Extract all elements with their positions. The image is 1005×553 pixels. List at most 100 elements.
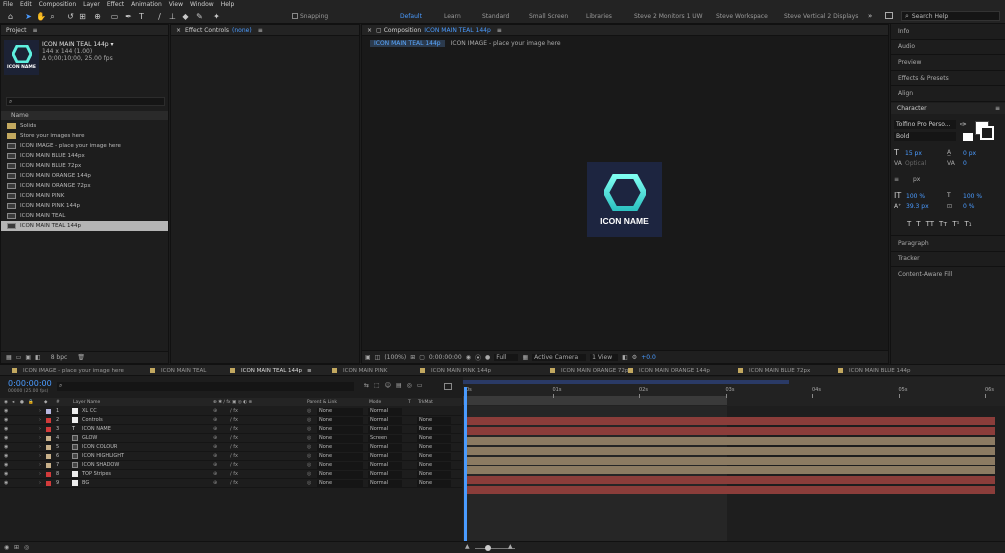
visibility-eye-icon[interactable]: ◉: [4, 417, 8, 423]
horizontal-scale-value[interactable]: 100 %: [963, 193, 982, 200]
parent-dropdown[interactable]: None: [317, 471, 363, 478]
shy-switch-icon[interactable]: ⊕: [213, 471, 217, 477]
project-item[interactable]: ICON MAIN TEAL: [1, 211, 168, 221]
puppet-tool-icon[interactable]: ✦: [212, 12, 221, 21]
panel-effects-presets[interactable]: Effects & Presets: [891, 71, 1005, 87]
zoom-slider-handle[interactable]: [485, 545, 491, 551]
color-icon[interactable]: ●: [485, 354, 490, 361]
t-header[interactable]: T: [408, 400, 411, 405]
workspace-4[interactable]: Small Screen: [529, 13, 568, 20]
video-switch-icon[interactable]: ◉: [4, 400, 8, 405]
parent-pickwhip-icon[interactable]: ◎: [307, 462, 311, 468]
project-item[interactable]: ICON MAIN BLUE 144px: [1, 151, 168, 161]
expand-arrow-icon[interactable]: ›: [39, 417, 41, 423]
lock-switch-icon[interactable]: 🔒: [28, 400, 34, 405]
layer-duration-bar[interactable]: [465, 476, 995, 485]
parent-dropdown[interactable]: None: [317, 480, 363, 487]
visibility-eye-icon[interactable]: ◉: [4, 471, 8, 477]
mode-dropdown[interactable]: Normal: [368, 462, 402, 469]
visibility-eye-icon[interactable]: ◉: [4, 480, 8, 486]
timeline-tab[interactable]: ICON MAIN TEAL: [150, 365, 206, 376]
zoom-tool-icon[interactable]: ⌕: [48, 12, 57, 21]
graph-editor-icon[interactable]: ▭: [417, 382, 423, 389]
solo-switch-icon[interactable]: ●: [20, 400, 24, 405]
shy-switch-icon[interactable]: ⊕: [213, 408, 217, 414]
project-item[interactable]: ICON MAIN PINK: [1, 191, 168, 201]
mode-dropdown[interactable]: Normal: [368, 453, 402, 460]
layer-row[interactable]: ◉ › 4 GLOW ⊕ ∕ fx ◎ None Screen None: [0, 434, 462, 443]
mode-dropdown[interactable]: Normal: [368, 444, 402, 451]
layer-label-color[interactable]: [46, 445, 51, 450]
fx-switch-icon[interactable]: ∕ fx: [230, 453, 238, 459]
mask-visibility-icon[interactable]: ◫: [375, 354, 381, 361]
parent-pickwhip-icon[interactable]: ◎: [307, 408, 311, 414]
timeline-tab[interactable]: ICON MAIN BLUE 72px: [738, 365, 810, 376]
timeline-timecode[interactable]: 0:00:00:00: [8, 379, 52, 388]
layer-name-header[interactable]: Layer Name: [73, 400, 100, 405]
workspace-7[interactable]: Steve Workspace: [716, 13, 768, 20]
zoom-out-icon[interactable]: ▲: [465, 543, 470, 550]
layer-row[interactable]: ◉ › 2 Controls ⊕ ∕ fx ◎ None Normal None: [0, 416, 462, 425]
project-item[interactable]: ICON MAIN PINK 144p: [1, 201, 168, 211]
layer-duration-bar[interactable]: [465, 416, 995, 425]
parent-pickwhip-icon[interactable]: ◎: [307, 435, 311, 441]
timeline-tab[interactable]: ICON MAIN ORANGE 72px: [550, 365, 632, 376]
project-item[interactable]: ICON IMAGE - place your image here: [1, 141, 168, 151]
mode-dropdown[interactable]: Normal: [368, 417, 402, 424]
layer-name[interactable]: XL CC: [82, 408, 97, 414]
layer-name[interactable]: GLOW: [82, 435, 97, 441]
shy-switch-icon[interactable]: ⊕: [213, 462, 217, 468]
parent-pickwhip-icon[interactable]: ◎: [307, 453, 311, 459]
stroke-color-swatch[interactable]: [980, 126, 994, 140]
workspace-5[interactable]: Libraries: [586, 13, 612, 20]
lock-icon[interactable]: ▢: [376, 27, 382, 34]
layer-label-color[interactable]: [46, 454, 51, 459]
timeline-search-input[interactable]: ⌕: [57, 382, 354, 391]
timeline-tab[interactable]: ICON MAIN BLUE 144p: [838, 365, 910, 376]
visibility-eye-icon[interactable]: ◉: [4, 408, 8, 414]
visibility-eye-icon[interactable]: ◉: [4, 444, 8, 450]
effect-controls-tab[interactable]: × Effect Controls (none) ≡: [171, 25, 359, 36]
parent-pickwhip-icon[interactable]: ◎: [307, 417, 311, 423]
comp-mini-flowchart-icon[interactable]: ⇆: [364, 382, 369, 389]
name-column-header[interactable]: Name: [11, 112, 29, 119]
shy-layers-icon[interactable]: ☺: [385, 382, 391, 389]
fx-switch-icon[interactable]: ∕ fx: [230, 462, 238, 468]
panel-menu-icon[interactable]: ≡: [33, 27, 38, 34]
toggle-pixel-icon[interactable]: ◧: [622, 354, 628, 361]
trkmat-dropdown[interactable]: None: [417, 426, 451, 433]
timeline-tab[interactable]: ICON MAIN ORANGE 144p: [628, 365, 710, 376]
menu-item-layer[interactable]: Layer: [83, 1, 100, 8]
parent-dropdown[interactable]: None: [317, 462, 363, 469]
font-size-value[interactable]: 15 px: [905, 150, 922, 157]
layer-name[interactable]: TOP Stripes: [82, 471, 111, 477]
type-tool-icon[interactable]: T: [137, 12, 146, 21]
zoom-in-icon[interactable]: ▲: [508, 543, 513, 550]
layer-duration-bar[interactable]: [465, 436, 995, 445]
parent-pickwhip-icon[interactable]: ◎: [307, 471, 311, 477]
motion-blur-icon[interactable]: ◎: [407, 382, 412, 389]
expand-arrow-icon[interactable]: ›: [39, 444, 41, 450]
tsume-value[interactable]: 0 %: [963, 203, 974, 210]
layer-label-color[interactable]: [46, 427, 51, 432]
layer-label-color[interactable]: [46, 436, 51, 441]
menu-item-view[interactable]: View: [169, 1, 183, 8]
trkmat-dropdown[interactable]: None: [417, 480, 451, 487]
layer-duration-bar[interactable]: [465, 486, 995, 495]
mode-dropdown[interactable]: Normal: [368, 471, 402, 478]
menu-item-animation[interactable]: Animation: [131, 1, 162, 8]
layer-name[interactable]: ICON SHADOW: [82, 462, 119, 468]
fx-switch-icon[interactable]: ∕ fx: [230, 417, 238, 423]
layer-duration-bar[interactable]: [465, 426, 995, 435]
adjust-project-settings-icon[interactable]: ◧: [35, 354, 41, 361]
visibility-eye-icon[interactable]: ◉: [4, 453, 8, 459]
sync-icon[interactable]: [885, 12, 893, 19]
render-time-icon[interactable]: ◉: [4, 544, 9, 551]
timeline-collapse-icon[interactable]: [444, 383, 452, 390]
workspace-2[interactable]: Learn: [444, 13, 461, 20]
panel-paragraph[interactable]: Paragraph: [891, 235, 1005, 251]
layer-row[interactable]: ◉ › 7 ICON SHADOW ⊕ ∕ fx ◎ None Normal None: [0, 461, 462, 470]
project-item[interactable]: ICON MAIN ORANGE 144p: [1, 171, 168, 181]
trkmat-header[interactable]: TrkMat: [418, 400, 433, 405]
interpret-footage-icon[interactable]: ▦: [6, 354, 12, 361]
